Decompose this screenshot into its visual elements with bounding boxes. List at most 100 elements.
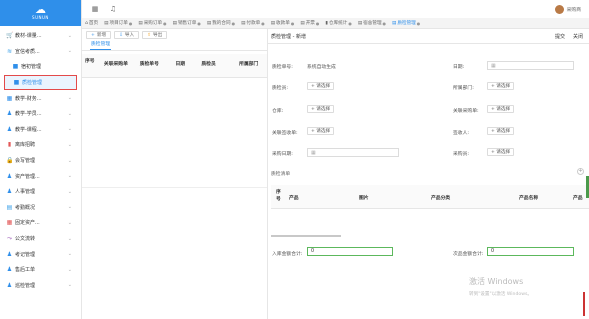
close-icon[interactable]: ● xyxy=(232,21,236,26)
sidebar-item[interactable]: ■ 质检管理 xyxy=(4,74,77,91)
doc-icon: ▤ xyxy=(270,20,276,26)
form-header: 质检管理 - 新增 提交 关闭 xyxy=(268,29,589,44)
tab[interactable]: ▤ 付款单 ● xyxy=(238,18,268,28)
submit-button[interactable]: 提交 xyxy=(555,33,565,40)
purchase-date-field[interactable]: ▦ xyxy=(307,148,399,157)
tab-label: 开票 xyxy=(305,21,315,26)
windows-watermark-subtitle: 转到"设置"以激活 Windows。 xyxy=(469,292,532,297)
sidebar-item-label: 教材-课量... xyxy=(15,33,42,40)
close-icon[interactable]: ● xyxy=(348,21,352,26)
dept-select-button[interactable]: + 请选择 xyxy=(487,82,515,90)
warehouse-label: 仓库: xyxy=(272,109,284,114)
tab[interactable]: ▤ 质检管理 ● xyxy=(389,18,423,28)
chevron-down-icon: ⌄ xyxy=(67,204,72,211)
toolbar-button[interactable]: + 新增 xyxy=(86,31,112,39)
receiver-select-button[interactable]: + 请选择 xyxy=(487,127,515,135)
sidebar-item-label: 考勤概况 xyxy=(15,204,36,211)
tab[interactable]: ▤ 宿舍管理 ● xyxy=(355,18,389,28)
tab[interactable]: ▤ 项目订单 ● xyxy=(101,18,135,28)
sidebar-item[interactable]: ♟ 教学-课程... ⌄ xyxy=(0,122,81,138)
tab[interactable]: ⌂ 首页 xyxy=(82,18,101,28)
sidebar-item[interactable]: ♟ 考记管理 ⌄ xyxy=(0,246,81,262)
sidebar-item[interactable]: ♟ 售后工单 ⌄ xyxy=(0,262,81,278)
cloud-icon: ☁ xyxy=(35,3,46,16)
tab[interactable]: ▮ 仓库统计 ● xyxy=(322,18,354,28)
purchaser-select-button[interactable]: + 请选择 xyxy=(487,148,515,156)
list-column-header[interactable]: 日期 xyxy=(172,54,198,77)
toolbar-button[interactable]: ⇧ 导出 xyxy=(142,31,168,39)
doc-icon: ▤ xyxy=(172,20,177,26)
bell-icon[interactable]: ♫ xyxy=(108,5,118,13)
brand-logo[interactable]: ☁ SUNUN xyxy=(0,0,81,26)
chevron-down-icon: ⌄ xyxy=(67,110,72,117)
fail-total-input[interactable]: 0 xyxy=(487,247,574,256)
sidebar-item-label: 教学-学员... xyxy=(15,111,42,118)
user-menu[interactable]: 采购商 xyxy=(554,4,581,14)
sidebar-item[interactable]: ⤳ 公文流转 ⌄ xyxy=(0,231,81,247)
sidebar-item[interactable]: ▦ 固定资产... ⌄ xyxy=(0,215,81,231)
close-icon[interactable]: ● xyxy=(291,21,295,26)
close-icon[interactable]: ● xyxy=(417,21,421,26)
toolbar-button[interactable]: ⇩ 导入 xyxy=(114,31,140,39)
avatar[interactable] xyxy=(554,4,564,14)
sidebar-item[interactable]: ♟ 巡检管理 ⌄ xyxy=(0,278,81,294)
sidebar-item[interactable]: ♟ 教学-学员... ⌄ xyxy=(0,106,81,122)
toolbar-icon: ⇧ xyxy=(147,32,151,38)
side-handle-red[interactable] xyxy=(583,292,585,316)
related-recv-label: 关联签收单: xyxy=(272,131,298,136)
top-bar: ▦ ♫ 采购商 xyxy=(82,0,589,18)
grid-icon[interactable]: ▦ xyxy=(90,5,100,13)
related-po-select-button[interactable]: + 请选择 xyxy=(487,105,515,113)
sidebar-item[interactable]: 🔒 会写管理 ⌄ xyxy=(0,153,81,169)
sidebar-item-label: 离库招聘 xyxy=(15,142,36,149)
sidebar-item[interactable]: ♟ 资产管理... ⌄ xyxy=(0,168,81,184)
close-button[interactable]: 关闭 xyxy=(573,33,583,40)
sidebar-item[interactable]: ▤ 考勤概况 ⌄ xyxy=(0,200,81,216)
tab-label: 销售订单 xyxy=(177,21,197,26)
sidebar-item[interactable]: ♟ 人事管理 ⌄ xyxy=(0,184,81,200)
related-recv-select-button[interactable]: + 请选择 xyxy=(307,127,335,135)
sidebar-item[interactable]: ■ 宿初管理 xyxy=(0,59,81,75)
tab[interactable]: ▤ 开票 ● xyxy=(297,18,322,28)
detail-scrollbar[interactable] xyxy=(271,235,341,237)
subtab-label[interactable]: 质检管理 xyxy=(90,40,112,50)
sidebar-item[interactable]: 🛒 教材-课量... ⌄ xyxy=(0,28,81,44)
home-icon: ⌂ xyxy=(85,20,88,26)
tab[interactable]: ▤ 收款单 ● xyxy=(268,18,298,28)
close-icon[interactable]: ● xyxy=(316,21,320,26)
list-column-header[interactable]: 序号 xyxy=(82,54,100,77)
close-icon[interactable]: ● xyxy=(163,21,167,26)
date-field[interactable]: ▦ xyxy=(487,61,574,70)
tab[interactable]: ▤ 销售订单 ● xyxy=(170,18,204,28)
list-table-header: 序号 关联采购单 质检单号 日期 质检员 所属部门 xyxy=(82,54,267,78)
tab[interactable]: ▤ 采购订单 ● xyxy=(135,18,169,28)
detail-table-header: 序号 产品 图片 产品分类 产品名称 产品 xyxy=(271,185,589,209)
warehouse-select-button[interactable]: + 请选择 xyxy=(307,105,335,113)
chevron-down-icon: ⌄ xyxy=(67,266,72,273)
ok-total-input[interactable]: 0 xyxy=(307,247,393,256)
sidebar-item-label: 会写管理 xyxy=(15,158,36,165)
chart-icon: ▮ xyxy=(325,20,328,26)
list-column-header[interactable]: 所属部门 xyxy=(235,54,267,77)
list-subtab[interactable]: 质检管理 xyxy=(82,41,267,51)
tab[interactable]: ▤ 我的合同 ● xyxy=(204,18,238,28)
detail-title: 质检清单 xyxy=(271,172,291,177)
sidebar-item[interactable]: ▮ 离库招聘 ⌄ xyxy=(0,137,81,153)
lock-icon: 🔒 xyxy=(6,157,14,165)
close-icon[interactable]: ● xyxy=(261,21,265,26)
inspector-select-button[interactable]: + 请选择 xyxy=(307,82,335,90)
add-row-button[interactable]: + xyxy=(577,168,584,175)
close-icon[interactable]: ● xyxy=(383,21,387,26)
close-icon[interactable]: ● xyxy=(197,21,201,26)
doc-icon: ▤ xyxy=(392,20,397,26)
list-column-header[interactable]: 质检员 xyxy=(197,54,235,77)
tab-label: 收款单 xyxy=(276,21,290,26)
sidebar-item[interactable]: ▦ 教学-财务... ⌄ xyxy=(0,90,81,106)
list-column-header[interactable]: 关联采购单 xyxy=(100,54,136,77)
fail-total-value: 0 xyxy=(491,249,495,254)
chevron-down-icon: ⌄ xyxy=(67,219,72,226)
close-icon[interactable]: ● xyxy=(129,21,133,26)
chevron-down-icon: ⌄ xyxy=(67,48,72,55)
list-column-header[interactable]: 质检单号 xyxy=(136,54,172,77)
sidebar-item[interactable]: ≋ 宣信考质... ⌄ xyxy=(0,44,81,60)
